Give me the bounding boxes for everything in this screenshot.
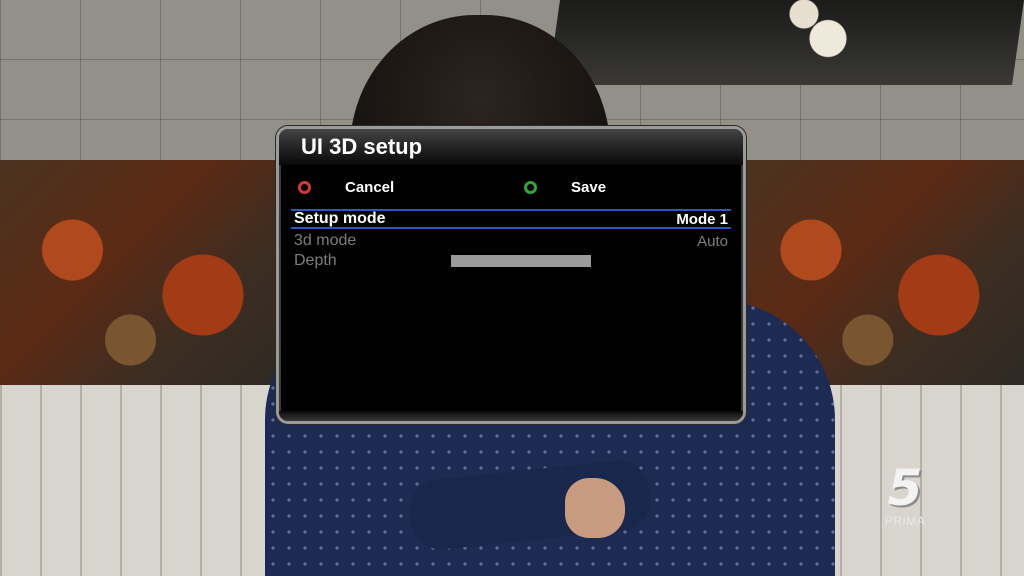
- save-label: Save: [571, 178, 607, 196]
- depth-slider-fill: [451, 255, 591, 267]
- hanging-garlic: [780, 0, 860, 70]
- wall-tapestry-left: [0, 160, 290, 385]
- channel-logo-name: PRIMA: [884, 514, 926, 528]
- setting-label: 3d mode: [294, 232, 357, 249]
- setting-setup-mode[interactable]: Setup mode Mode 1: [291, 209, 731, 229]
- channel-logo-number: 5: [887, 459, 923, 517]
- channel-logo: 5 PRIMA: [870, 462, 940, 542]
- dialog-bottom-edge: [279, 411, 743, 421]
- setting-depth[interactable]: Depth: [291, 251, 731, 271]
- cancel-label: Cancel: [345, 178, 395, 196]
- setting-label: Depth: [294, 252, 337, 269]
- cancel-button[interactable]: Cancel: [298, 165, 394, 209]
- color-key-buttons: Cancel Save: [279, 165, 743, 209]
- green-key-icon: [524, 180, 537, 194]
- ui-3d-setup-dialog: UI 3D setup Cancel Save Setup mode Mode …: [276, 126, 746, 424]
- person-hand: [565, 478, 625, 538]
- red-key-icon: [298, 180, 311, 194]
- dialog-title: UI 3D setup: [301, 134, 423, 159]
- setting-label: Setup mode: [294, 210, 386, 227]
- dialog-title-bar: UI 3D setup: [279, 129, 743, 165]
- setting-value: Auto: [697, 232, 728, 250]
- save-button[interactable]: Save: [524, 165, 606, 209]
- depth-slider[interactable]: [451, 255, 591, 267]
- setting-3d-mode[interactable]: 3d mode Auto: [291, 231, 731, 251]
- settings-list: Setup mode Mode 1 3d mode Auto Depth: [279, 209, 743, 271]
- setting-value: Mode 1: [676, 210, 728, 228]
